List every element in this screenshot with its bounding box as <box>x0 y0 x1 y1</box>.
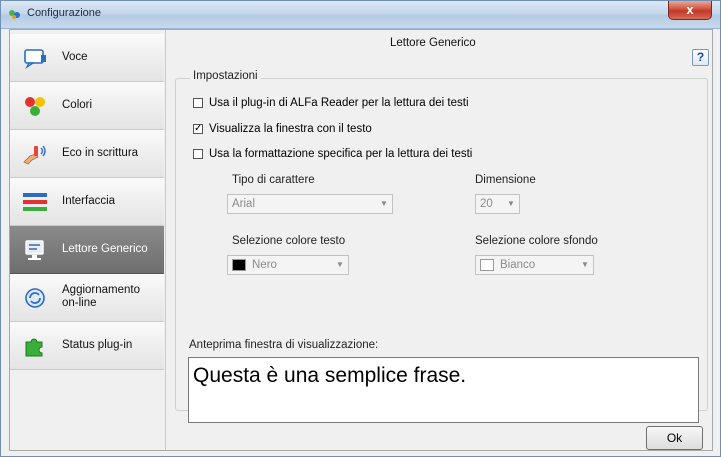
text-color-swatch <box>232 259 246 271</box>
configuration-window: Configurazione x Voce Colori Eco in scri… <box>0 0 721 457</box>
text-color-value: Nero <box>252 259 277 271</box>
sidebar-item-status-plugin[interactable]: Status plug-in <box>10 322 164 370</box>
sidebar-item-label: Colori <box>62 99 93 111</box>
app-icon <box>9 10 20 19</box>
size-select[interactable]: 20 ▼ <box>475 194 520 214</box>
panel-title: Lettore Generico <box>390 37 476 49</box>
sidebar-item-voce[interactable]: Voce <box>10 34 164 82</box>
checkbox[interactable] <box>193 98 203 108</box>
chevron-down-icon: ▼ <box>380 199 388 208</box>
font-type-value: Arial <box>232 198 256 210</box>
preview-label: Anteprima finestra di visualizzazione: <box>189 339 379 351</box>
help-button[interactable]: ? <box>692 49 709 66</box>
colored-bars-icon <box>23 193 47 211</box>
text-color-select[interactable]: Nero ▼ <box>227 255 349 275</box>
monitor-reader-icon <box>25 240 44 260</box>
bg-color-value: Bianco <box>500 259 536 271</box>
chevron-down-icon: ▼ <box>507 199 515 208</box>
sidebar-item-lettore-generico[interactable]: Lettore Generico <box>10 226 164 274</box>
color-dots-icon <box>25 97 45 116</box>
option-label: Visualizza la finestra con il testo <box>209 123 372 135</box>
bg-color-swatch <box>480 259 494 271</box>
ok-button[interactable]: Ok <box>646 426 703 450</box>
preview-text: Questa è una semplice frase. <box>193 364 467 387</box>
option-label: Usa il plug-in di ALFa Reader per la let… <box>209 97 469 109</box>
hand-sound-icon <box>23 145 46 165</box>
bg-color-select[interactable]: Bianco ▼ <box>475 255 594 275</box>
text-color-label: Selezione colore testo <box>232 235 346 247</box>
sidebar-item-colori[interactable]: Colori <box>10 82 164 130</box>
settings-legend: Impostazioni <box>190 70 261 82</box>
checkbox[interactable] <box>193 149 203 159</box>
option-label: Usa la formattazione specifica per la le… <box>209 148 473 160</box>
sidebar-item-label: Status plug-in <box>62 339 133 351</box>
sidebar-item-label: Lettore Generico <box>62 243 148 255</box>
font-type-label: Tipo di carattere <box>232 174 315 186</box>
size-value: 20 <box>480 198 493 210</box>
puzzle-piece-icon <box>25 338 43 357</box>
font-type-select[interactable]: Arial ▼ <box>227 194 393 214</box>
sidebar-item-label: Voce <box>62 51 88 63</box>
sidebar-item-label: Interfaccia <box>62 195 116 207</box>
monitor-speech-icon <box>24 49 46 70</box>
sidebar: Voce Colori Eco in scrittura Interfaccia… <box>10 30 166 450</box>
sidebar-item-aggiornamento-online[interactable]: Aggiornamento on-line <box>10 274 164 322</box>
preview-box: Questa è una semplice frase. <box>188 357 699 423</box>
dialog-body: Voce Colori Eco in scrittura Interfaccia… <box>9 29 713 451</box>
sidebar-item-eco-in-scrittura[interactable]: Eco in scrittura <box>10 130 164 178</box>
chevron-down-icon: ▼ <box>336 260 344 269</box>
update-globe-icon <box>25 288 45 308</box>
checkbox-checked[interactable]: ✓ <box>193 124 203 134</box>
sidebar-item-label: Aggiornamento on-line <box>62 284 140 309</box>
bg-color-label: Selezione colore sfondo <box>475 235 598 247</box>
sidebar-item-interfaccia[interactable]: Interfaccia <box>10 178 164 226</box>
chevron-down-icon: ▼ <box>581 260 589 269</box>
close-button[interactable]: x <box>668 1 712 20</box>
sidebar-item-label: Eco in scrittura <box>62 147 139 159</box>
title-bar: Configurazione x <box>1 1 720 29</box>
size-label: Dimensione <box>475 174 536 186</box>
window-title: Configurazione <box>27 7 101 19</box>
